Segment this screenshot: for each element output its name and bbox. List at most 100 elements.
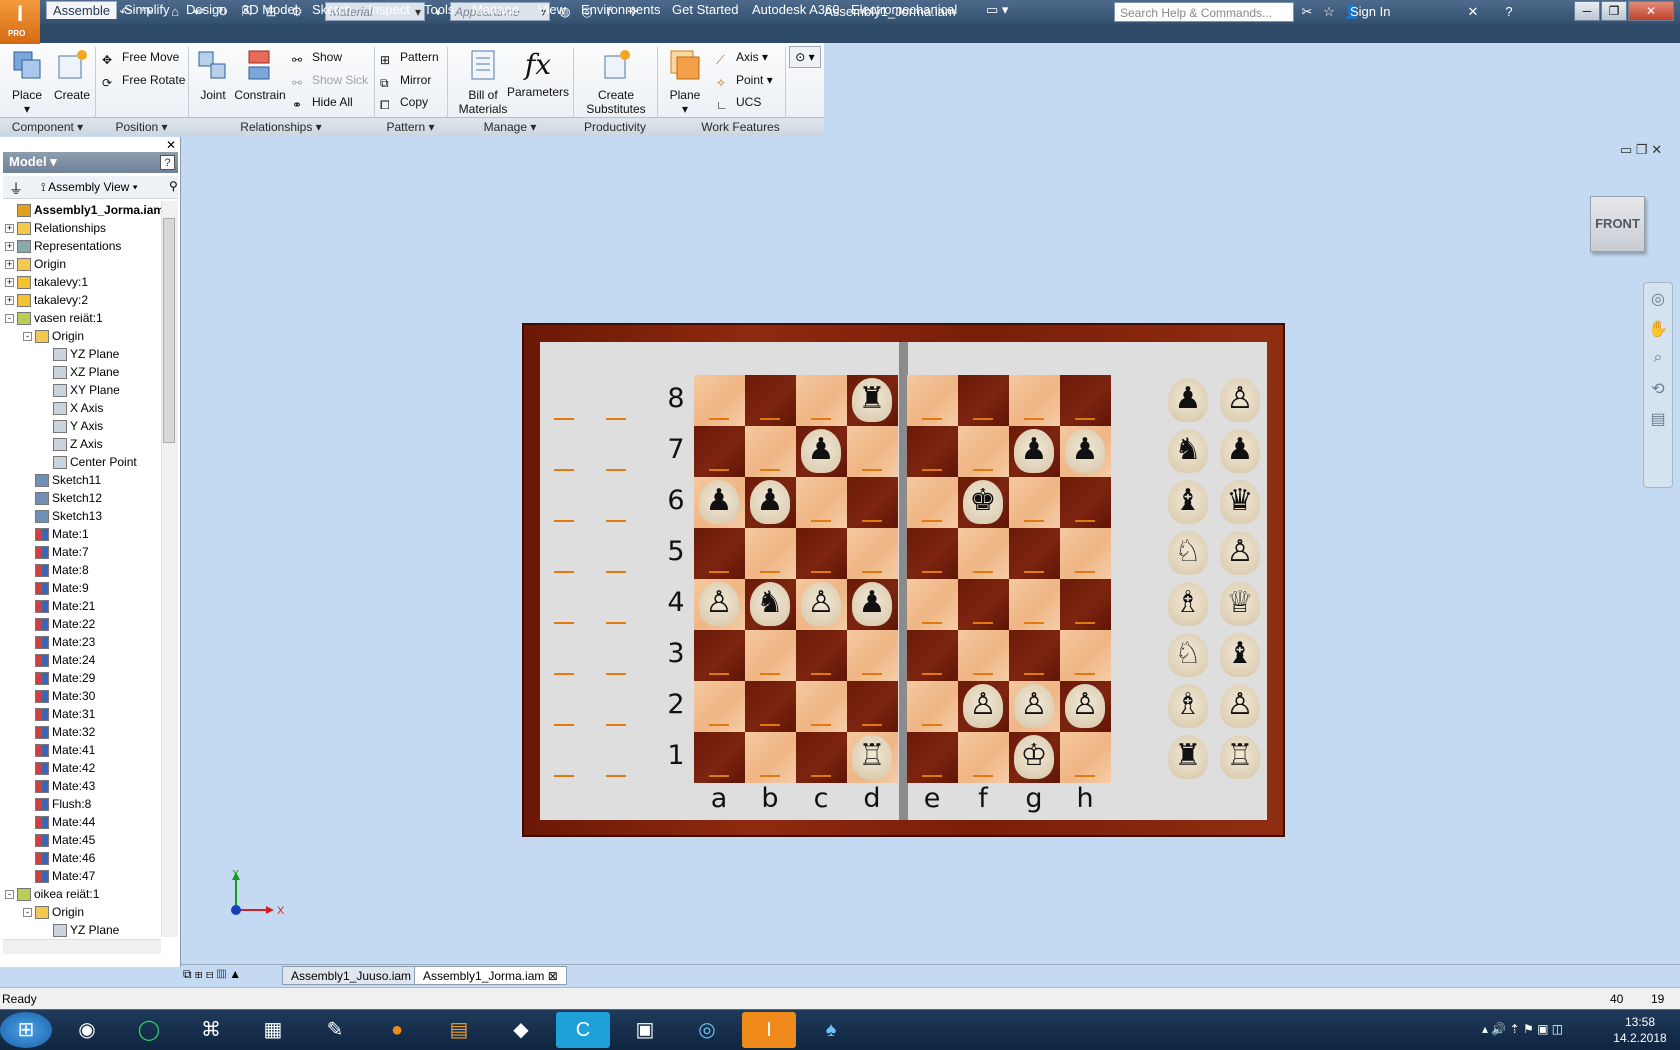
collapse-icon[interactable]: - [23, 332, 32, 342]
browser-icon[interactable]: ◎ [680, 1012, 734, 1048]
chrome-icon[interactable]: ◉ [60, 1012, 114, 1048]
panel-title-component[interactable]: Component ▾ [0, 117, 95, 136]
copy-button[interactable]: ⧠ Copy [380, 93, 428, 113]
expand-icon[interactable]: + [5, 224, 14, 234]
browser-horizontal-scrollbar[interactable] [3, 939, 161, 954]
tab-assemble[interactable]: Assemble [46, 1, 118, 19]
ucs-button[interactable]: ∟ UCS [716, 93, 761, 113]
spade-app-icon[interactable]: ♠ [804, 1012, 858, 1048]
panel-title-relationships[interactable]: Relationships ▾ [188, 117, 374, 136]
expand-icon[interactable]: + [5, 296, 14, 306]
captured-piece[interactable]: ♘ [1168, 531, 1208, 575]
notepad-icon[interactable]: ◆ [494, 1012, 548, 1048]
tree-node[interactable]: Mate:21 [3, 597, 161, 615]
tree-node[interactable]: Mate:45 [3, 831, 161, 849]
search-input[interactable]: Search Help & Commands... [1114, 2, 1294, 22]
tree-node[interactable]: Y Axis [3, 417, 161, 435]
tree-node[interactable]: - oikea reiät:1 [3, 885, 161, 903]
pin-icon[interactable]: ⚲ [169, 179, 178, 193]
tree-node[interactable]: Z Axis [3, 435, 161, 453]
tree-node[interactable]: Mate:1 [3, 525, 161, 543]
tree-node[interactable]: Sketch13 [3, 507, 161, 525]
captured-piece[interactable]: ♕ [1220, 582, 1260, 626]
captured-piece[interactable]: ♞ [1168, 429, 1208, 473]
chess-piece[interactable]: ♙ [1014, 684, 1054, 728]
show-sick-button[interactable]: ⚯ Show Sick [292, 71, 368, 91]
tree-node[interactable]: XY Plane [3, 381, 161, 399]
joint-button[interactable]: Joint [195, 48, 231, 102]
tree-node[interactable]: Mate:9 [3, 579, 161, 597]
tree-node[interactable]: Mate:42 [3, 759, 161, 777]
chess-piece[interactable]: ♟ [699, 480, 739, 524]
inventor-icon[interactable]: I [742, 1012, 796, 1048]
chess-piece[interactable]: ♖ [852, 735, 892, 779]
ccleaner-icon[interactable]: C [556, 1012, 610, 1048]
minimize-view-icon[interactable]: ▭ [1620, 142, 1632, 157]
look-at-icon[interactable]: ▤ [1646, 409, 1670, 433]
tree-node[interactable]: Mate:22 [3, 615, 161, 633]
place-button[interactable]: Place ▾ [8, 48, 46, 116]
close-icon[interactable]: ⊠ [548, 969, 558, 983]
captured-piece[interactable]: ♜ [1168, 735, 1208, 779]
tree-node[interactable]: Mate:8 [3, 561, 161, 579]
tab-manage[interactable]: Manage [466, 1, 525, 19]
mirror-button[interactable]: ⧉ Mirror [380, 71, 431, 91]
tree-node[interactable]: Mate:44 [3, 813, 161, 831]
tree-node[interactable]: Mate:7 [3, 543, 161, 561]
bill-of-materials-button[interactable]: Bill of Materials [453, 48, 513, 116]
hide-all-button[interactable]: ⚭ Hide All [292, 93, 353, 113]
chess-piece[interactable]: ♙ [699, 582, 739, 626]
tree-node[interactable]: + Relationships [3, 219, 161, 237]
tree-node[interactable]: + takalevy:2 [3, 291, 161, 309]
show-button[interactable]: ⚯ Show [292, 48, 342, 68]
chess-piece[interactable]: ♟ [1014, 429, 1054, 473]
chess-piece[interactable]: ♙ [963, 684, 1003, 728]
doc-tab-juuso[interactable]: Assembly1_Juuso.iam [282, 966, 421, 985]
collapse-icon[interactable]: - [5, 314, 14, 324]
tree-node[interactable]: Mate:29 [3, 669, 161, 687]
tree-node[interactable]: Mate:32 [3, 723, 161, 741]
chess-piece[interactable]: ♟ [801, 429, 841, 473]
tab-electromechanical[interactable]: Electromechanical [845, 1, 963, 19]
tree-node[interactable]: - vasen reiät:1 [3, 309, 161, 327]
tree-node[interactable]: Mate:23 [3, 633, 161, 651]
sign-in-link[interactable]: Sign In [1350, 4, 1390, 19]
tree-node[interactable]: XZ Plane [3, 363, 161, 381]
tree-node[interactable]: Mate:30 [3, 687, 161, 705]
exchange-icon[interactable]: ✕ [1464, 3, 1482, 21]
tab-get-started[interactable]: Get Started [666, 1, 744, 19]
close-button[interactable]: ✕ [1628, 1, 1674, 21]
zoom-icon[interactable]: ⌕ [1646, 349, 1670, 373]
captured-piece[interactable]: ♘ [1168, 633, 1208, 677]
help-icon[interactable]: ? [160, 155, 175, 170]
free-move-button[interactable]: ✥ Free Move [102, 48, 179, 68]
orbit-icon[interactable]: ⟲ [1646, 379, 1670, 403]
tree-node[interactable]: Sketch11 [3, 471, 161, 489]
restore-button[interactable]: ❐ [1601, 1, 1627, 21]
pattern-button[interactable]: ⊞ Pattern [380, 48, 439, 68]
collapse-icon[interactable]: - [5, 890, 14, 900]
tree-node[interactable]: Mate:47 [3, 867, 161, 885]
tree-node[interactable]: + Origin [3, 255, 161, 273]
plane-button[interactable]: Plane ▾ [664, 48, 706, 116]
restore-view-icon[interactable]: ❐ [1636, 142, 1648, 157]
chess-piece[interactable]: ♟ [1065, 429, 1105, 473]
tools-icon[interactable]: ✂ [1298, 3, 1316, 21]
parameters-button[interactable]: fx Parameters [506, 48, 570, 99]
assembly-view-dropdown[interactable]: ⟟ Assembly View ▾ [41, 180, 138, 195]
tab-inspect[interactable]: Inspect [362, 1, 416, 19]
tab-environments[interactable]: Environments [575, 1, 666, 19]
expand-icon[interactable]: + [5, 278, 14, 288]
chess-piece[interactable]: ♟ [852, 582, 892, 626]
close-icon[interactable]: ✕ [166, 138, 176, 152]
tile-icons[interactable]: ⧉ ⊞ ⊟ ▥ ▲ [183, 967, 241, 982]
tree-node[interactable]: Mate:41 [3, 741, 161, 759]
captured-piece[interactable]: ♟ [1220, 429, 1260, 473]
start-button[interactable]: ⊞ [0, 1012, 52, 1048]
tree-node[interactable]: YZ Plane [3, 921, 161, 937]
captured-piece[interactable]: ♗ [1168, 684, 1208, 728]
calculator-icon[interactable]: ▦ [246, 1012, 300, 1048]
captured-piece[interactable]: ♙ [1220, 531, 1260, 575]
star-icon[interactable]: ☆ [1320, 3, 1338, 21]
chess-piece[interactable]: ♙ [801, 582, 841, 626]
